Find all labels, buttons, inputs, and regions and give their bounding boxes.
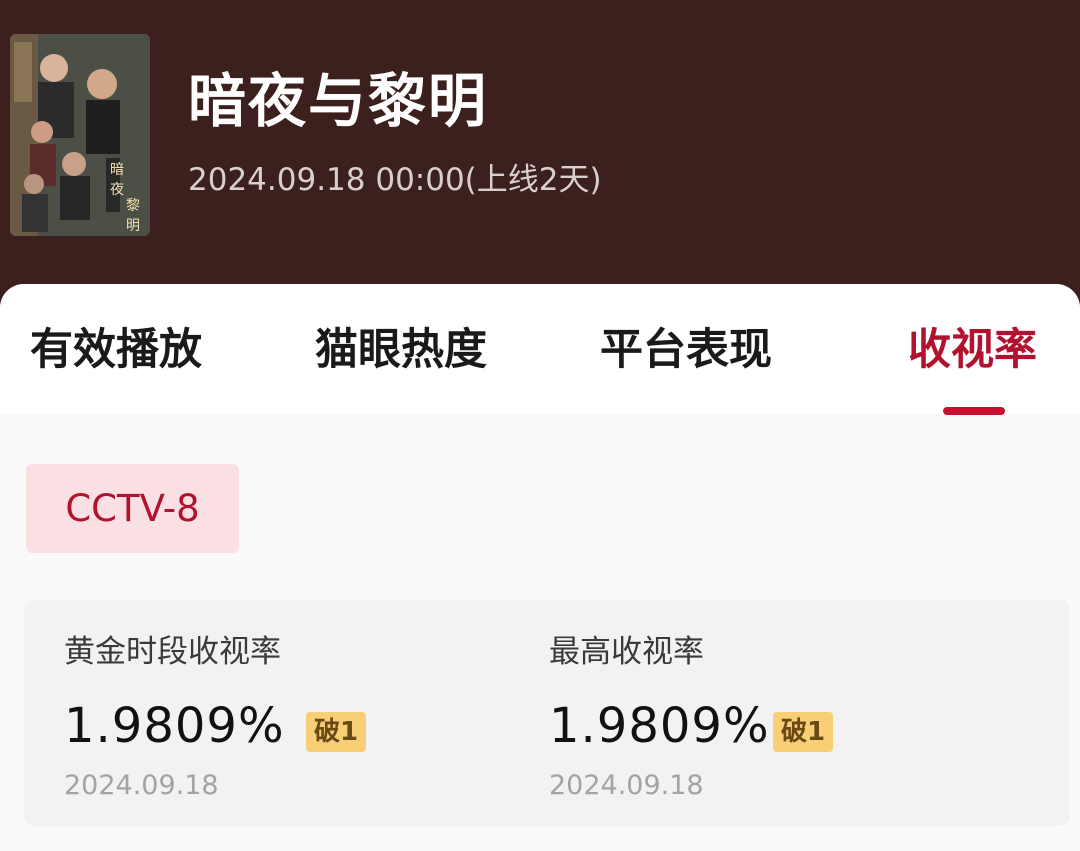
stat-label: 黄金时段收视率	[64, 634, 281, 670]
release-date: 2024.09.18 00:00(上线2天)	[188, 162, 602, 198]
poster-image[interactable]: 暗 夜 黎 明	[10, 34, 150, 236]
tab-maoyan-heat[interactable]: 猫眼热度	[315, 320, 487, 380]
tab-ratings[interactable]: 收视率	[908, 320, 1037, 380]
ratings-card: 黄金时段收视率 1.9809% 破1 2024.09.18 最高收视率 1.98…	[24, 600, 1070, 826]
stat-badge: 破1	[306, 712, 367, 752]
stat-peak: 最高收视率 1.9809% 破1 2024.09.18	[549, 600, 1029, 826]
tab-effective-plays[interactable]: 有效播放	[30, 320, 202, 380]
tab-platform-performance[interactable]: 平台表现	[600, 320, 772, 380]
svg-text:夜: 夜	[110, 182, 124, 198]
svg-text:暗: 暗	[110, 162, 124, 178]
tab-bar: 有效播放 猫眼热度 平台表现 收视率	[0, 284, 1080, 415]
content-panel: 有效播放 猫眼热度 平台表现 收视率 CCTV-8 黄金时段收视率 1.9809…	[0, 284, 1080, 851]
stat-label: 最高收视率	[549, 634, 704, 670]
stat-badge: 破1	[773, 712, 834, 752]
stat-date: 2024.09.18	[64, 770, 219, 801]
show-header: 暗 夜 黎 明 暗夜与黎明 2024.09.18 00:00(上线2天)	[0, 0, 1080, 300]
stat-prime-time: 黄金时段收视率 1.9809% 破1 2024.09.18	[64, 600, 544, 826]
stat-date: 2024.09.18	[549, 770, 704, 801]
stat-value: 1.9809%	[549, 698, 770, 754]
active-tab-indicator	[943, 407, 1005, 415]
svg-text:黎: 黎	[126, 198, 140, 214]
channel-chip-cctv8[interactable]: CCTV-8	[26, 464, 239, 553]
show-title: 暗夜与黎明	[188, 67, 489, 135]
stat-value: 1.9809%	[64, 698, 285, 754]
svg-text:明: 明	[126, 218, 140, 234]
